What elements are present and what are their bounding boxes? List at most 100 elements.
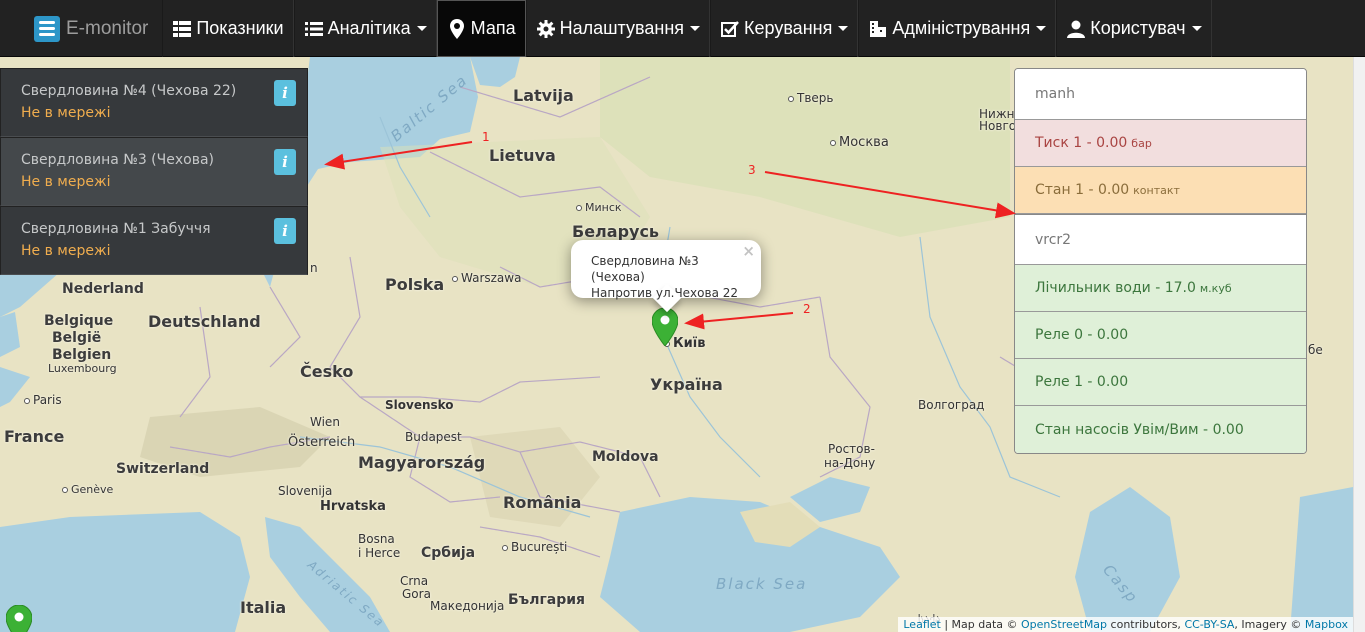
map-label-geneve: Genève (62, 483, 113, 496)
well-status: Не в мережі (21, 105, 111, 121)
page-scrollbar[interactable] (1353, 57, 1365, 632)
info-button[interactable]: i (274, 218, 296, 244)
license-link[interactable]: CC-BY-SA (1184, 618, 1234, 631)
map-label-na-donu: на-Дону (824, 456, 876, 470)
map-marker-icon (447, 18, 467, 39)
popup-address: Напротив ул.Чехова 22 (591, 286, 739, 300)
map-label-black-sea: Black Sea (716, 575, 808, 593)
sensor-label: Лічильник води - 17.0 (1035, 280, 1196, 296)
map-label-hrvatska: Hrvatska (320, 499, 386, 514)
nav-keruvannya[interactable]: Керування (710, 0, 859, 57)
map-marker-kyiv[interactable] (652, 308, 678, 346)
brand-name: E-monitor (66, 17, 149, 39)
map-label-polska: Polska (385, 275, 445, 294)
map-label-makedonija: Македонија (430, 599, 505, 613)
list-icon (172, 19, 192, 39)
building-icon (868, 19, 888, 39)
sensor-row: Стан насосів Увім/Вим - 0.00 (1015, 406, 1306, 453)
sensor-row: Реле 0 - 0.00 (1015, 312, 1306, 359)
map-marker-partial[interactable] (6, 605, 32, 632)
gear-icon (536, 19, 556, 39)
map-label-budapest: Budapest (405, 430, 462, 444)
annotation-number: 2 (803, 302, 811, 316)
top-navbar: E-monitor Показники Аналітика Мапа Налаш… (0, 0, 1365, 57)
well-item[interactable]: Свердловина №4 (Чехова 22) Не в мережі i (0, 68, 308, 137)
nav-nalashtuvannya[interactable]: Налаштування (525, 0, 711, 57)
well-name: Свердловина №3 (Чехова) (21, 152, 214, 168)
map-label-ukraina: Україна (650, 375, 723, 394)
attribution-text: | Map data © (940, 618, 1022, 631)
map-label-slovenija: Slovenija (278, 484, 333, 498)
map-label-novgo: Новго (979, 119, 1017, 133)
map-label-luxembourg: Luxembourg (48, 362, 117, 375)
sensor-label: Тиск 1 - 0.00 (1035, 135, 1128, 151)
nav-label: Керування (744, 18, 833, 38)
close-icon[interactable]: × (742, 243, 755, 259)
map-label-bulgaria: България (508, 592, 586, 608)
map-label-switzerland: Switzerland (116, 461, 210, 477)
sensor-label: Реле 1 - 0.00 (1035, 374, 1129, 390)
osm-link[interactable]: OpenStreetMap (1021, 618, 1107, 631)
sensor-unit: контакт (1133, 183, 1180, 197)
popup-title: Свердловина №3 (Чехова) (591, 254, 699, 284)
map-label-bucuresti: București (502, 540, 567, 554)
well-name: Свердловина №4 (Чехова 22) (21, 83, 237, 99)
map-label-france: France (4, 427, 65, 446)
well-status: Не в мережі (21, 174, 111, 190)
map-label-deutschland: Deutschland (148, 312, 261, 331)
attribution-text: , Imagery © (1234, 618, 1305, 631)
map-label-n: n (310, 261, 318, 275)
nav-korystuvach[interactable]: Користувач (1056, 0, 1212, 57)
sensor-label: Стан насосів Увім/Вим - 0.00 (1035, 421, 1244, 438)
well-item[interactable]: Свердловина №1 Забуччя Не в мережі i (0, 206, 308, 275)
sensor-unit: м.куб (1199, 281, 1232, 295)
nav-analityka[interactable]: Аналітика (293, 0, 437, 57)
caret-down-icon (690, 26, 701, 31)
sensor-group-title: vrcr2 (1015, 214, 1306, 265)
map-label-osterreich: Österreich (288, 435, 356, 450)
nav-administruvannya[interactable]: Адміністрування (858, 0, 1057, 57)
map-label-cesko: Česko (300, 362, 354, 381)
sensor-row: Тиск 1 - 0.00 бар (1015, 120, 1306, 167)
map-attribution: Leaflet | Map data © OpenStreetMap contr… (898, 617, 1353, 632)
nav-label: Мапа (470, 18, 516, 38)
brand[interactable]: E-monitor (0, 0, 162, 57)
sensor-row: Лічильник води - 17.0 м.куб (1015, 265, 1306, 312)
checkbox-icon (720, 19, 740, 39)
well-list: Свердловина №4 (Чехова 22) Не в мережі i… (0, 68, 308, 275)
info-button[interactable]: i (274, 80, 296, 106)
nav-label: Адміністрування (892, 18, 1031, 38)
map-label-rostov: Ростов- (828, 442, 875, 456)
nav-mapa[interactable]: Мапа (436, 0, 526, 57)
map-label-italia: Italia (240, 598, 287, 617)
map-label-paris: Paris (24, 393, 62, 407)
nav-label: Аналітика (327, 18, 411, 38)
map-label-tver: Тверь (788, 91, 833, 105)
info-button[interactable]: i (274, 149, 296, 175)
map-label-moskva: Москва (830, 135, 889, 150)
waves-logo-icon (34, 15, 60, 42)
group-title-text: vrcr2 (1035, 231, 1072, 248)
caret-down-icon (838, 26, 849, 31)
map-label-moldova: Moldova (592, 449, 659, 465)
map-label-wien: Wien (310, 415, 340, 429)
map-label-slovensko: Slovensko (385, 398, 454, 412)
map-label-gora: Gora (402, 587, 431, 601)
sensor-unit: бар (1131, 136, 1152, 150)
list-icon (304, 19, 324, 39)
annotation-number: 1 (482, 130, 490, 144)
map-label-belgie: België (52, 330, 102, 346)
marker-popup: × Свердловина №3 (Чехова) Напротив ул.Че… (571, 240, 761, 313)
map-label-belgique: Belgique (44, 313, 114, 329)
nav-pokaznyky[interactable]: Показники (162, 0, 294, 57)
map-label-romania: România (503, 493, 582, 512)
map-label-srbija: Србија (421, 545, 476, 561)
nav-label: Показники (196, 18, 284, 38)
mapbox-link[interactable]: Mapbox (1305, 618, 1348, 631)
group-title-text: manh (1035, 86, 1075, 102)
map-label-latvia: Latvija (513, 86, 574, 105)
well-item[interactable]: Свердловина №3 (Чехова) Не в мережі i (0, 137, 308, 206)
sensor-label: Реле 0 - 0.00 (1035, 327, 1129, 343)
leaflet-link[interactable]: Leaflet (903, 618, 940, 631)
user-icon (1066, 19, 1086, 39)
